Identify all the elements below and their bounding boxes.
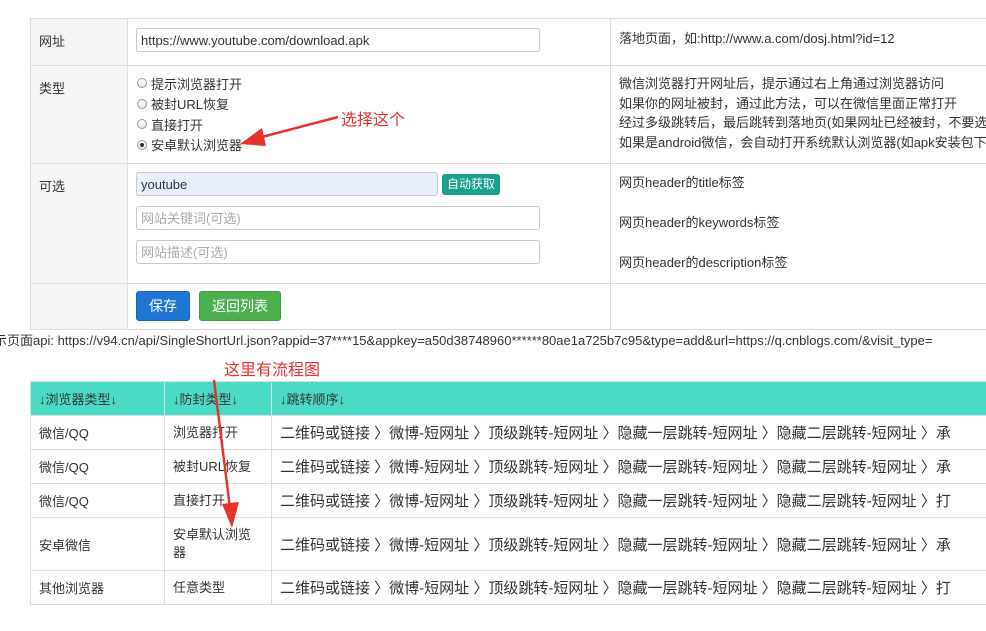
settings-form: 网址 落地页面，如:http://www.a.com/dosj.html?id=… [30,18,986,330]
type-desc-line: 经过多级跳转后，最后跳转到落地页(如果网址已经被封，不要选择 [619,115,986,130]
browser-cell: 其他浏览器 [30,570,165,605]
optional-label: 可选 [30,163,128,284]
radio-label: 提示浏览器打开 [151,76,243,92]
radio-option-android-default[interactable]: 安卓默认浏览器 [136,135,602,156]
type-desc-line: 如果你的网址被封，通过此方法，可以在微信里面正常打开 [619,95,958,111]
keywords-input[interactable] [136,206,540,230]
back-to-list-button[interactable]: 返回列表 [199,291,281,321]
type-label: 类型 [30,65,128,164]
description-tag-desc: 网页header的description标签 [619,255,788,270]
auto-fetch-button[interactable]: 自动获取 [442,173,501,195]
header-protection-type[interactable]: ↓防封类型↓ [164,381,272,416]
flow-cell: 二维码或链接 〉微博-短网址 〉顶级跳转-短网址 〉隐藏一层跳转-短网址 〉隐藏… [271,415,986,450]
flow-cell: 二维码或链接 〉微博-短网址 〉顶级跳转-短网址 〉隐藏一层跳转-短网址 〉隐藏… [271,570,986,605]
header-browser-type[interactable]: ↓浏览器类型↓ [30,381,165,416]
browser-cell: 安卓微信 [30,517,165,571]
empty-desc-cell [610,283,986,330]
type-cell: 直接打开 [164,483,272,518]
radio-button[interactable] [137,78,147,89]
keywords-tag-desc: 网页header的keywords标签 [619,215,780,230]
table-row: 微信/QQ 被封URL恢复 二维码或链接 〉微博-短网址 〉顶级跳转-短网址 〉… [30,449,986,484]
url-input[interactable] [136,28,540,52]
flow-cell: 二维码或链接 〉微博-短网址 〉顶级跳转-短网址 〉隐藏一层跳转-短网址 〉隐藏… [271,449,986,484]
type-cell: 浏览器打开 [164,415,272,450]
table-row: 微信/QQ 浏览器打开 二维码或链接 〉微博-短网址 〉顶级跳转-短网址 〉隐藏… [30,415,986,450]
radio-button[interactable] [137,119,147,130]
radio-label: 安卓默认浏览器 [151,138,243,154]
flow-cell: 二维码或链接 〉微博-短网址 〉顶级跳转-短网址 〉隐藏一层跳转-短网址 〉隐藏… [271,517,986,571]
annotation-select-this: 选择这个 [341,110,406,129]
browser-cell: 微信/QQ [30,415,165,450]
radio-button[interactable] [137,98,147,109]
title-tag-desc: 网页header的title标签 [619,175,745,190]
table-row: 安卓微信 安卓默认浏览器 二维码或链接 〉微博-短网址 〉顶级跳转-短网址 〉隐… [30,517,986,571]
flow-cell: 二维码或链接 〉微博-短网址 〉顶级跳转-短网址 〉隐藏一层跳转-短网址 〉隐藏… [271,483,986,518]
type-desc-line: 如果是android微信，会自动打开系统默认浏览器(如apk安装包下载 [619,134,986,150]
annotation-flowchart-here: 这里有流程图 [224,360,321,379]
table-row: 其他浏览器 任意类型 二维码或链接 〉微博-短网址 〉顶级跳转-短网址 〉隐藏一… [30,570,986,605]
browser-cell: 微信/QQ [30,449,165,484]
radio-option-browser-open[interactable]: 提示浏览器打开 [136,73,602,94]
radio-label: 被封URL恢复 [151,97,230,113]
flow-table: ↓浏览器类型↓ ↓防封类型↓ ↓跳转顺序↓ 微信/QQ 浏览器打开 二维码或链接… [30,381,986,605]
radio-button-selected[interactable] [137,139,147,150]
type-cell: 被封URL恢复 [164,449,272,484]
url-label: 网址 [30,18,128,66]
type-cell: 任意类型 [164,570,272,605]
table-row: 微信/QQ 直接打开 二维码或链接 〉微博-短网址 〉顶级跳转-短网址 〉隐藏一… [30,483,986,518]
url-description: 落地页面，如:http://www.a.com/dosj.html?id=12 [610,18,986,66]
optional-description: 网页header的title标签 网页header的keywords标签 网页h… [610,163,986,284]
header-redirect-order[interactable]: ↓跳转顺序↓ [271,381,986,416]
browser-cell: 微信/QQ [30,483,165,518]
empty-label-cell [30,283,128,330]
save-button[interactable]: 保存 [136,291,190,321]
title-input[interactable] [136,172,438,196]
api-example-text: 示页面api: https://v94.cn/api/SingleShortUr… [0,333,933,348]
type-cell: 安卓默认浏览器 [164,517,272,571]
radio-label: 直接打开 [151,117,204,133]
type-description: 微信浏览器打开网址后，提示通过右上角通过浏览器访问 如果你的网址被封，通过此方法… [610,65,986,164]
type-desc-line: 微信浏览器打开网址后，提示通过右上角通过浏览器访问 [619,76,945,91]
description-input[interactable] [136,240,540,264]
